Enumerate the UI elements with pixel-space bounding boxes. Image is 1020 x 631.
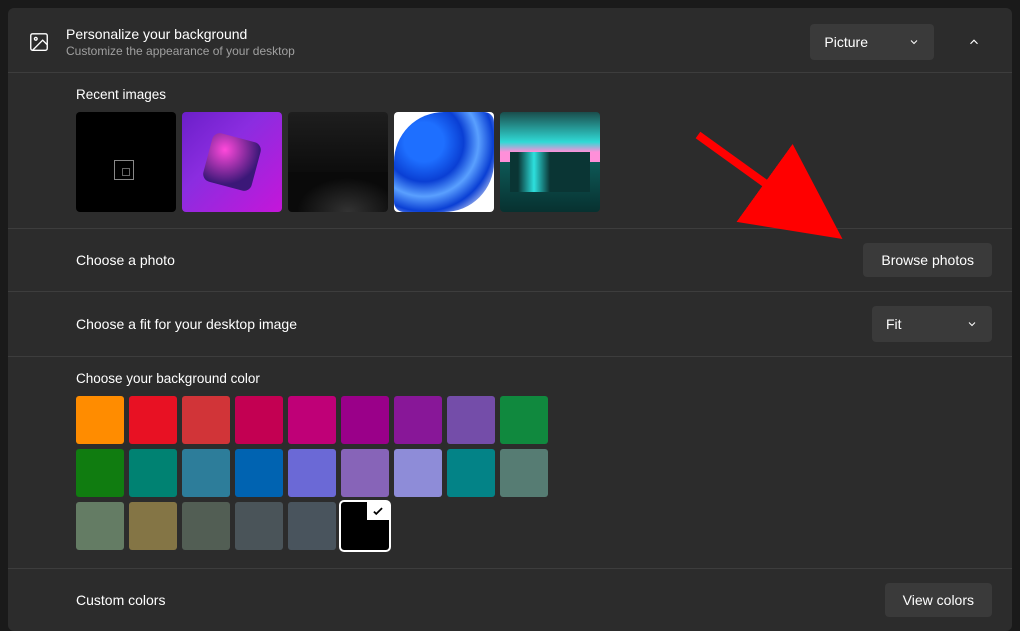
chevron-up-icon — [967, 35, 981, 49]
color-swatch[interactable] — [76, 502, 124, 550]
chevron-down-icon — [966, 318, 978, 330]
color-swatch[interactable] — [129, 396, 177, 444]
color-swatch[interactable] — [288, 449, 336, 497]
recent-image-thumb[interactable] — [182, 112, 282, 212]
collapse-button[interactable] — [956, 24, 992, 60]
color-swatch[interactable] — [182, 449, 230, 497]
choose-photo-label: Choose a photo — [76, 252, 863, 268]
color-swatch[interactable] — [447, 449, 495, 497]
color-swatch[interactable] — [129, 502, 177, 550]
background-type-dropdown[interactable]: Picture — [810, 24, 934, 60]
recent-images-label: Recent images — [76, 87, 992, 102]
recent-image-thumb[interactable] — [288, 112, 388, 212]
color-swatch[interactable] — [182, 502, 230, 550]
color-swatch[interactable] — [341, 396, 389, 444]
color-swatch-grid — [76, 396, 576, 550]
color-swatch[interactable] — [288, 396, 336, 444]
recent-images-list — [76, 112, 992, 212]
color-swatch[interactable] — [394, 396, 442, 444]
header-title: Personalize your background — [66, 26, 794, 42]
color-swatch[interactable] — [288, 502, 336, 550]
recent-image-thumb[interactable] — [394, 112, 494, 212]
color-swatch[interactable] — [76, 449, 124, 497]
color-swatch[interactable] — [235, 396, 283, 444]
custom-colors-label: Custom colors — [76, 592, 885, 608]
chevron-down-icon — [908, 36, 920, 48]
check-icon — [367, 502, 389, 520]
header-subtitle: Customize the appearance of your desktop — [66, 44, 794, 58]
color-swatch[interactable] — [235, 502, 283, 550]
recent-image-thumb[interactable] — [76, 112, 176, 212]
color-swatch[interactable] — [341, 502, 389, 550]
color-swatch[interactable] — [394, 449, 442, 497]
color-swatch[interactable] — [500, 396, 548, 444]
color-swatch[interactable] — [76, 396, 124, 444]
color-swatch[interactable] — [447, 396, 495, 444]
browse-photos-button[interactable]: Browse photos — [863, 243, 992, 277]
view-colors-button[interactable]: View colors — [885, 583, 992, 617]
dropdown-value: Picture — [824, 34, 868, 50]
dropdown-value: Fit — [886, 316, 902, 332]
color-swatch[interactable] — [341, 449, 389, 497]
color-swatch[interactable] — [500, 449, 548, 497]
choose-fit-label: Choose a fit for your desktop image — [76, 316, 872, 332]
recent-image-thumb[interactable] — [500, 112, 600, 212]
picture-icon — [28, 31, 50, 53]
color-swatch[interactable] — [182, 396, 230, 444]
color-swatch[interactable] — [129, 449, 177, 497]
fit-dropdown[interactable]: Fit — [872, 306, 992, 342]
color-swatch[interactable] — [235, 449, 283, 497]
bg-color-label: Choose your background color — [76, 371, 992, 386]
